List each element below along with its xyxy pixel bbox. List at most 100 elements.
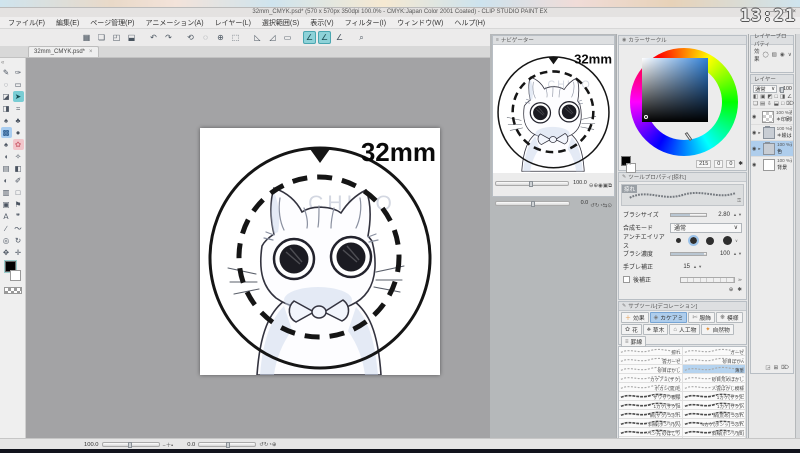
panel-menu-icon[interactable]: ✎ <box>622 174 626 180</box>
panel-trash-icon[interactable]: ⌦ <box>781 365 789 371</box>
color-dot-1[interactable]: ◦ <box>624 162 626 168</box>
expand-icon[interactable]: ≫ <box>738 278 742 282</box>
marquee-tool-icon[interactable]: ▭ <box>13 79 24 90</box>
subtool-group-人工物[interactable]: ⌂ 人工物 <box>669 324 701 335</box>
set-ref-icon[interactable]: □ <box>775 94 778 100</box>
rotate-reset-icon[interactable]: ⌕ <box>355 31 368 44</box>
beta-brush-tool-icon[interactable]: ● <box>13 127 24 138</box>
save-icon[interactable]: ⬓ <box>125 31 138 44</box>
segment-slider[interactable] <box>680 276 735 283</box>
aa-option-3[interactable] <box>723 236 732 245</box>
frame-border-tool-icon[interactable]: □ <box>13 187 24 198</box>
select-area-icon[interactable]: ◌ <box>199 31 212 44</box>
subtool-group-罫線[interactable]: ≡ 罫線 <box>621 336 647 347</box>
transparent-color-swatch[interactable] <box>3 287 22 294</box>
blend-mode-dropdown[interactable]: 通常 ∨ <box>753 85 777 93</box>
dropdown-icon[interactable]: ∨ <box>788 52 792 58</box>
layer-row-3[interactable]: ◉100 %通常背景 <box>751 156 793 172</box>
brush-item[interactable]: 砂目荒めぼかし <box>682 374 746 383</box>
eraser-tool-icon[interactable]: ◪ <box>1 91 12 102</box>
chevron-down-icon[interactable]: ∨ <box>735 239 738 243</box>
panel-menu-icon[interactable]: ✎ <box>622 303 626 309</box>
layer-row-1[interactable]: ◉▸100 %通過＊絵はこれより下 <box>751 124 793 140</box>
brush-item[interactable]: 薄墨 <box>682 365 746 374</box>
expander-icon[interactable]: ▸ <box>758 146 761 152</box>
add-setting-icon[interactable]: ⊕ <box>729 287 734 293</box>
menu-item-4[interactable]: レイヤー(L) <box>215 18 251 28</box>
status-rotate-slider[interactable] <box>198 442 257 448</box>
balloon-tool-icon[interactable]: ❞ <box>13 211 24 222</box>
kneaded-eraser-tool-icon[interactable]: ◖ <box>1 151 12 162</box>
menu-item-9[interactable]: ヘルプ(H) <box>454 18 485 28</box>
rotate-view-tool-icon[interactable]: ↻ <box>13 235 24 246</box>
preview-lock-icon[interactable]: ⚿ <box>737 198 741 204</box>
snap-line-icon[interactable]: ∠ <box>333 31 346 44</box>
lock-layer-icon[interactable]: ▣ <box>760 94 765 100</box>
window-icon[interactable]: ▦ <box>80 31 93 44</box>
blend-tool-icon[interactable]: ≈ <box>13 103 24 114</box>
new-layer-icon[interactable]: ❏ <box>753 101 758 107</box>
invert-select-icon[interactable]: ⊕ <box>214 31 227 44</box>
ruler-tool-icon[interactable]: ▣ <box>1 199 12 210</box>
layer-row-0[interactable]: ◉100 %通常⚿＊印刷範囲より上 <box>751 108 793 124</box>
fill-tool-icon[interactable]: ◨ <box>1 103 12 114</box>
navigator-zoom-slider[interactable] <box>495 180 569 187</box>
zoom-tool-icon[interactable]: ◎ <box>1 235 12 246</box>
object-tool-icon[interactable]: ➤ <box>12 91 24 102</box>
color-dot-0[interactable]: ◦ <box>621 162 623 168</box>
panel-new-icon[interactable]: ◲ <box>765 365 770 371</box>
white-icon[interactable]: □ <box>781 101 784 107</box>
color-history-dots[interactable]: ◦ ◦ ◦ ◦ <box>621 162 631 168</box>
hand-tool-icon[interactable]: ✛ <box>13 247 24 258</box>
gradient-tool-icon[interactable]: ▤ <box>1 163 12 174</box>
property-slider[interactable] <box>670 251 707 256</box>
saturation-value-square[interactable] <box>642 58 708 122</box>
color-settings-icon[interactable]: ✱ <box>738 161 743 167</box>
navigator-tab[interactable]: ≡ ナビゲーター <box>493 36 614 45</box>
opacity-slider[interactable] <box>779 86 784 93</box>
brush-item[interactable]: 人雲ぼかし模様 <box>682 383 746 392</box>
mask-icon[interactable]: ◨ <box>780 94 785 100</box>
navigator-preview[interactable]: CHICO 32mm <box>493 45 614 173</box>
background-color-swatch[interactable] <box>9 270 21 281</box>
document-tab[interactable]: 32mm_CMYK.psd* × <box>28 46 99 57</box>
subtool-group-カケアミ[interactable]: ◈ カケアミ <box>649 312 688 323</box>
visibility-eye-icon[interactable]: ◉ <box>752 146 756 152</box>
subtool-group-模様[interactable]: ❋ 模様 <box>715 312 743 323</box>
ruler-layer-icon[interactable]: ∠ <box>787 94 792 100</box>
subtool-group-服飾[interactable]: ✄ 服飾 <box>688 312 715 323</box>
canvas-document[interactable]: CHICO 32mm <box>200 128 440 376</box>
blend-mode-select[interactable]: 通常 ∨ <box>670 222 742 233</box>
snap-curve-icon[interactable]: ∠ <box>318 31 331 44</box>
color-dot-2[interactable]: ◦ <box>627 162 629 168</box>
post-correction-checkbox[interactable] <box>623 276 630 283</box>
clip-icon[interactable]: ◧ <box>753 94 758 100</box>
open-file-icon[interactable]: ◰ <box>110 31 123 44</box>
figure-tool-icon[interactable]: ▥ <box>1 187 12 198</box>
move-layer-tool-icon[interactable]: ✥ <box>1 247 12 258</box>
contrast-tool-icon[interactable]: ◐ <box>1 175 12 186</box>
brush-item[interactable]: 網(ザク)つぶれ <box>619 410 683 419</box>
menu-item-7[interactable]: フィルター(I) <box>345 18 386 28</box>
correction-tool-icon[interactable]: ✐ <box>13 175 24 186</box>
expression-color-icon[interactable]: ◉ <box>780 52 785 58</box>
snap-ruler-icon[interactable]: ◺ <box>251 31 264 44</box>
expander-icon[interactable]: ▸ <box>758 130 760 136</box>
airbrush-tool-icon[interactable]: ♠ <box>1 115 12 126</box>
pattern-fill-tool-icon[interactable]: ◧ <box>13 163 24 174</box>
canvas-area[interactable]: CHICO 32mm <box>26 58 490 438</box>
subtool-group-効果[interactable]: ＋効果 <box>621 312 649 323</box>
subtool-group-花[interactable]: ✿ 花 <box>621 324 642 335</box>
brush-item[interactable]: 掠れ <box>619 347 683 356</box>
layer-property-tab[interactable]: レイヤープロパティ <box>751 34 793 48</box>
menu-item-8[interactable]: ウィンドウ(W) <box>397 18 443 28</box>
color-dot-3[interactable]: ◦ <box>629 162 631 168</box>
aa-option-1[interactable] <box>688 235 699 246</box>
brush-item[interactable]: ザワザワ模様 <box>619 392 683 401</box>
sb-fit-icon[interactable]: ▪ <box>171 443 173 449</box>
border-effect-icon[interactable]: ◯ <box>763 52 769 58</box>
tone-brush-tool-icon[interactable]: ▩ <box>0 127 12 138</box>
sb-flip-icon[interactable]: ⊕ <box>272 442 277 448</box>
layer-row-2[interactable]: ◉▸100 %通常色 <box>751 140 793 156</box>
brush-item[interactable]: 砂目ぼかし <box>619 365 683 374</box>
